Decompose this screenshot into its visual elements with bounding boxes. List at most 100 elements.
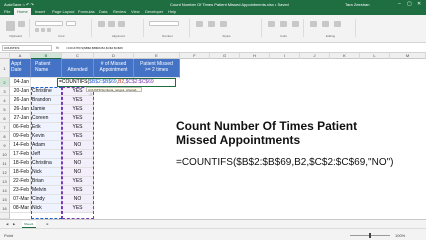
date-cell[interactable]: 14-Feb — [10, 141, 31, 150]
date-cell[interactable]: 06-Feb — [10, 123, 31, 132]
column-header-i[interactable]: I — [270, 53, 300, 59]
excel-window: AutoSave ⌂ ↶ ↷ Count Number Of Times Pat… — [0, 0, 426, 240]
zoom-level[interactable]: 100% — [395, 233, 405, 238]
row-header-14[interactable]: 14 — [0, 186, 10, 195]
column-header-m[interactable]: M — [390, 53, 426, 59]
header-appt-date[interactable]: Appt Date — [10, 59, 31, 78]
tab-help[interactable]: Help — [168, 9, 176, 14]
header-missed-count[interactable]: # of Missed Appointment — [94, 59, 134, 78]
delete-cells-icon[interactable] — [280, 21, 287, 27]
date-cell[interactable]: 22-Feb — [10, 177, 31, 186]
row-header-8[interactable]: 8 — [0, 132, 10, 141]
add-sheet-icon[interactable]: ⊕ — [44, 221, 51, 228]
sheet-nav-next-icon[interactable]: ▶ — [11, 221, 17, 228]
paste-icon[interactable] — [6, 21, 15, 31]
row-header-13[interactable]: 13 — [0, 177, 10, 186]
tab-review[interactable]: Review — [113, 9, 126, 14]
group-label: Clipboard — [9, 34, 22, 38]
header-missed-twice[interactable]: Patient Missed >= 2 times — [134, 59, 180, 78]
date-cell[interactable]: 27-Jan — [10, 114, 31, 123]
row-header-16[interactable]: 16 — [0, 204, 10, 213]
date-cell[interactable]: 18-Feb — [10, 168, 31, 177]
tab-insert[interactable]: Insert — [35, 9, 45, 14]
header-line: Date — [11, 67, 22, 73]
name-box[interactable]: COUNTIFS — [2, 45, 52, 51]
row-header-15[interactable]: 15 — [0, 195, 10, 204]
font-size-select[interactable] — [66, 21, 76, 26]
tab-data[interactable]: Data — [99, 9, 107, 14]
sheet-tab-sheet1[interactable]: Sheet1 — [22, 221, 36, 228]
format-as-table-icon[interactable] — [208, 21, 215, 27]
tab-view[interactable]: View — [131, 9, 140, 14]
number-format-select[interactable] — [149, 21, 179, 26]
quick-access-toolbar[interactable]: AutoSave ⌂ ↶ ↷ — [4, 2, 34, 7]
date-cell[interactable]: 17-Feb — [10, 150, 31, 159]
format-cells-icon[interactable] — [292, 21, 299, 27]
row-header-12[interactable]: 12 — [0, 168, 10, 177]
row-header-2[interactable]: 2 — [0, 78, 10, 87]
date-cell[interactable]: 20-Jan — [10, 87, 31, 96]
minimize-icon[interactable]: – — [398, 1, 401, 7]
column-header-l[interactable]: L — [360, 53, 390, 59]
formula-prefix: =COUNTIFS( — [59, 79, 90, 85]
font-family-select[interactable] — [35, 21, 63, 26]
date-cell[interactable]: 26-Jan — [10, 96, 31, 105]
column-header-k[interactable]: K — [330, 53, 360, 59]
row-header-1[interactable]: 1 — [0, 59, 10, 78]
fx-icon[interactable]: fx — [56, 45, 59, 50]
close-icon[interactable]: ✕ — [417, 1, 421, 7]
header-line: Attended — [67, 67, 88, 73]
tab-page-layout[interactable]: Page Layout — [52, 9, 74, 14]
bold-icon[interactable] — [35, 28, 39, 32]
formula-input[interactable]: =COUNTIFS($B$2:$B$69,B2,$C$2:$C$69 — [66, 45, 123, 51]
status-mode: Point — [4, 233, 14, 238]
user-name[interactable]: Tara Zeeshan — [345, 2, 369, 7]
row-header-6[interactable]: 6 — [0, 114, 10, 123]
cut-icon[interactable] — [18, 21, 25, 27]
tab-developer[interactable]: Developer — [145, 9, 163, 14]
column-header-h[interactable]: H — [240, 53, 270, 59]
sort-filter-icon[interactable] — [322, 21, 329, 27]
align-center-icon[interactable] — [108, 21, 115, 27]
cell-styles-icon[interactable] — [220, 21, 227, 27]
row-header-9[interactable]: 9 — [0, 141, 10, 150]
sheet-nav-prev-icon[interactable]: ◀ — [4, 221, 10, 228]
conditional-formatting-icon[interactable] — [196, 21, 203, 27]
column-header-j[interactable]: J — [300, 53, 330, 59]
sheet-tab-bar: ◀ ▶ Sheet1 ⊕ — [0, 219, 426, 228]
find-select-icon[interactable] — [334, 21, 341, 27]
group-label: Alignment — [111, 34, 126, 38]
autosum-icon[interactable] — [310, 21, 317, 27]
overlay-title: Count Number Of Times Patient Missed App… — [176, 119, 358, 147]
date-cell[interactable]: 07-Mar — [10, 195, 31, 204]
row-header-10[interactable]: 10 — [0, 150, 10, 159]
row-header-5[interactable]: 5 — [0, 105, 10, 114]
maximize-icon[interactable]: ▢ — [407, 1, 412, 7]
group-label: Editing — [325, 34, 336, 38]
tab-formulas[interactable]: Formulas — [78, 9, 95, 14]
underline-icon[interactable] — [47, 28, 51, 32]
tab-file[interactable]: File — [4, 9, 10, 14]
date-cell[interactable]: 09-Feb — [10, 132, 31, 141]
insert-cells-icon[interactable] — [268, 21, 275, 27]
italic-icon[interactable] — [41, 28, 45, 32]
active-cell-editor[interactable]: =COUNTIFS($B$2:$B$69,B2,$C$2:$C$69 — [57, 78, 176, 87]
zoom-slider-handle[interactable] — [369, 233, 371, 238]
align-left-icon[interactable] — [98, 21, 105, 27]
header-patient-name[interactable]: Patient Name — [31, 59, 62, 78]
date-cell[interactable]: 08-Mar — [10, 204, 31, 213]
wrap-text-icon[interactable] — [118, 21, 125, 27]
column-header-g[interactable]: G — [210, 53, 240, 59]
column-header-f[interactable]: F — [180, 53, 210, 59]
row-header-3[interactable]: 3 — [0, 87, 10, 96]
date-cell[interactable]: 04-Jan — [10, 78, 31, 87]
status-bar: Point 100% — [0, 228, 426, 240]
row-header-4[interactable]: 4 — [0, 96, 10, 105]
date-cell[interactable]: 23-Feb — [10, 186, 31, 195]
date-cell[interactable]: 18-Feb — [10, 159, 31, 168]
header-attended[interactable]: Attended — [62, 59, 94, 78]
tab-home[interactable]: Home — [14, 8, 31, 15]
row-header-7[interactable]: 7 — [0, 123, 10, 132]
date-cell[interactable]: 26-Jan — [10, 105, 31, 114]
row-header-11[interactable]: 11 — [0, 159, 10, 168]
